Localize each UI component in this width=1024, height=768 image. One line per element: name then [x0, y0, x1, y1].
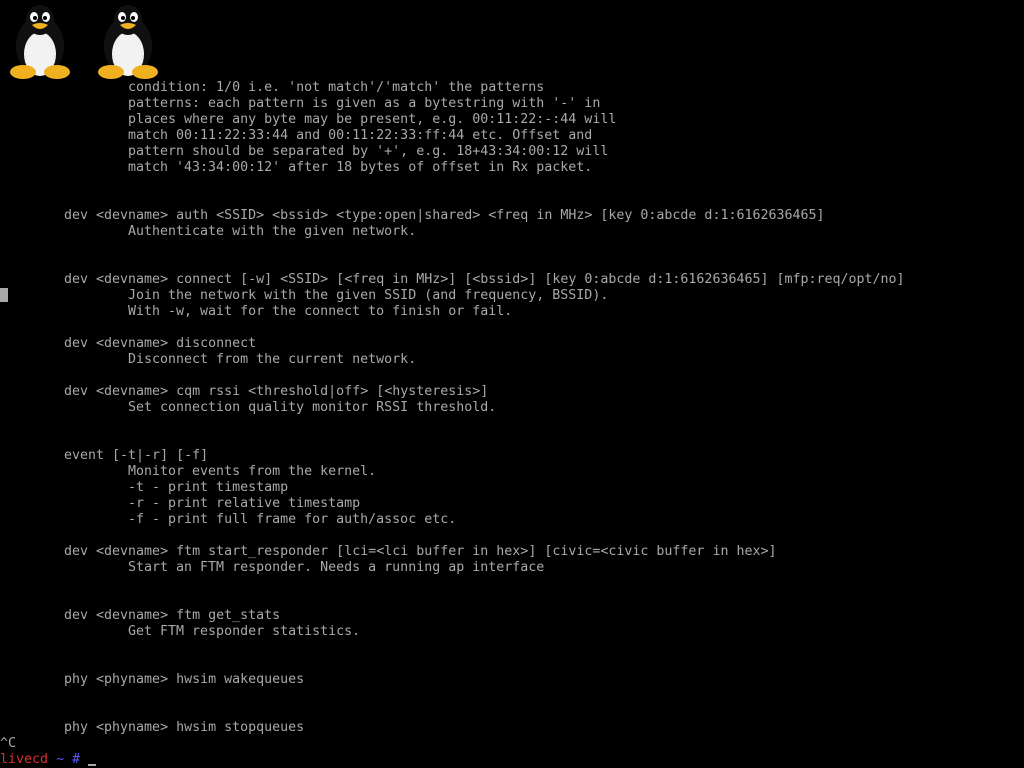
terminal-line: dev <devname> connect [-w] <SSID> [<freq… — [64, 272, 905, 287]
terminal-line: pattern should be separated by '+', e.g.… — [128, 144, 609, 159]
terminal-line: event [-t|-r] [-f] — [64, 448, 209, 463]
terminal-line: dev <devname> ftm get_stats — [64, 608, 281, 623]
terminal-line: condition: 1/0 i.e. 'not match'/'match' … — [128, 80, 545, 95]
terminal-line: With -w, wait for the connect to finish … — [128, 304, 513, 319]
prompt-hostname: livecd — [0, 752, 49, 767]
terminal-line: phy <phyname> hwsim stopqueues — [64, 720, 305, 735]
prompt-symbol: # — [72, 752, 81, 767]
text-cursor — [88, 764, 97, 766]
terminal-line: -t - print timestamp — [128, 480, 289, 495]
terminal-line: -f - print full frame for auth/assoc etc… — [128, 512, 457, 527]
terminal-line: Disconnect from the current network. — [128, 352, 417, 367]
terminal-line: dev <devname> auth <SSID> <bssid> <type:… — [64, 208, 825, 223]
terminal-line: patterns: each pattern is given as a byt… — [128, 96, 601, 111]
terminal-line: Get FTM responder statistics. — [128, 624, 361, 639]
terminal-line: match '43:34:00:12' after 18 bytes of of… — [128, 160, 593, 175]
terminal-line: -r - print relative timestamp — [128, 496, 361, 511]
terminal-line: phy <phyname> hwsim wakequeues — [64, 672, 305, 687]
terminal-line: match 00:11:22:33:44 and 00:11:22:33:ff:… — [128, 128, 593, 143]
terminal-line: dev <devname> ftm start_responder [lci=<… — [64, 544, 777, 559]
interrupt-echo: ^C — [0, 736, 17, 751]
scroll-marker — [0, 288, 8, 302]
terminal-line: Authenticate with the given network. — [128, 224, 417, 239]
terminal-line: Join the network with the given SSID (an… — [128, 288, 609, 303]
prompt-path: ~ — [56, 752, 65, 767]
shell-prompt[interactable]: livecd ~ # — [0, 752, 97, 768]
terminal-line: dev <devname> disconnect — [64, 336, 257, 351]
terminal-line: places where any byte may be present, e.… — [128, 112, 617, 127]
terminal-line: Monitor events from the kernel. — [128, 464, 377, 479]
terminal-line: Set connection quality monitor RSSI thre… — [128, 400, 497, 415]
tux-penguin-icon — [10, 5, 70, 79]
tux-penguin-icon — [98, 5, 158, 79]
terminal-line: dev <devname> cqm rssi <threshold|off> [… — [64, 384, 489, 399]
terminal-line: Start an FTM responder. Needs a running … — [128, 560, 545, 575]
